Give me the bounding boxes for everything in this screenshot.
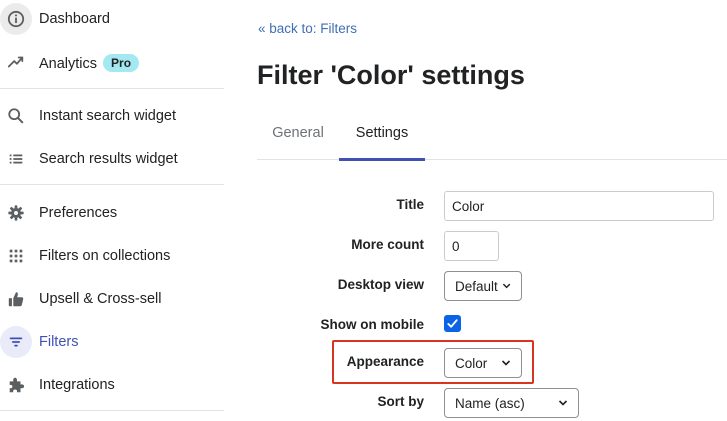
sort-by-select[interactable]: Name (asc) xyxy=(444,388,579,418)
list-icon xyxy=(0,143,32,175)
sidebar-item-label: Filters xyxy=(39,334,79,350)
appearance-select[interactable]: Color xyxy=(444,348,522,378)
pro-badge: Pro xyxy=(103,54,140,72)
sidebar-item-preferences[interactable]: Preferences xyxy=(0,194,224,232)
sidebar-item-integrations[interactable]: Integrations xyxy=(0,366,224,404)
desktop-view-select[interactable]: Default xyxy=(444,271,522,301)
puzzle-icon xyxy=(0,369,32,401)
show-on-mobile-label: Show on mobile xyxy=(320,317,425,332)
checkmark-icon xyxy=(447,319,458,328)
sidebar-divider xyxy=(0,184,224,185)
title-label: Title xyxy=(396,197,424,212)
sidebar-item-dashboard[interactable]: Dashboard xyxy=(0,0,224,38)
back-link[interactable]: « back to: Filters xyxy=(258,21,357,36)
gear-icon xyxy=(0,197,32,229)
filter-icon xyxy=(0,326,32,358)
sidebar-item-label: Integrations xyxy=(39,377,115,393)
chevron-down-icon xyxy=(502,283,511,289)
tab-settings[interactable]: Settings xyxy=(339,112,425,161)
appearance-value: Color xyxy=(455,355,488,371)
sidebar-item-label: Search results widget xyxy=(39,151,178,167)
sidebar-divider xyxy=(0,410,224,411)
tab-general[interactable]: General xyxy=(257,112,339,160)
show-on-mobile-checkbox[interactable] xyxy=(444,315,461,332)
title-input[interactable] xyxy=(444,191,714,221)
page-title: Filter 'Color' settings xyxy=(257,60,525,90)
grid-icon xyxy=(0,240,32,272)
more-count-input[interactable] xyxy=(444,231,499,261)
desktop-view-label: Desktop view xyxy=(337,277,424,292)
sidebar-item-search-results-widget[interactable]: Search results widget xyxy=(0,140,224,178)
sidebar-item-label: Analytics xyxy=(39,56,98,72)
tab-bar: General Settings xyxy=(257,112,727,161)
search-icon xyxy=(0,100,32,132)
trend-icon xyxy=(0,46,32,78)
more-count-label: More count xyxy=(351,237,424,252)
sidebar-item-instant-search-widget[interactable]: Instant search widget xyxy=(0,97,224,135)
chevron-down-icon xyxy=(501,360,511,366)
thumbs-up-icon xyxy=(0,283,32,315)
chevron-down-icon xyxy=(558,400,568,406)
sidebar-item-label: Dashboard xyxy=(39,11,110,27)
desktop-view-value: Default xyxy=(455,278,498,294)
sidebar-item-analytics[interactable]: Analytics Pro xyxy=(0,43,224,81)
sidebar-item-label: Instant search widget xyxy=(39,108,177,124)
sidebar: Dashboard Analytics Pro Instant search wi… xyxy=(0,0,224,421)
sidebar-item-label: Preferences xyxy=(39,205,118,221)
appearance-label: Appearance xyxy=(346,354,424,369)
sort-by-value: Name (asc) xyxy=(455,395,525,411)
sidebar-item-upsell-cross-sell[interactable]: Upsell & Cross-sell xyxy=(0,280,224,318)
sidebar-item-label: Filters on collections xyxy=(39,248,171,264)
sidebar-divider xyxy=(0,88,224,89)
sidebar-item-label: Upsell & Cross-sell xyxy=(39,291,162,307)
sidebar-item-filters[interactable]: Filters xyxy=(0,323,224,361)
sidebar-item-filters-on-collections[interactable]: Filters on collections xyxy=(0,237,224,275)
info-icon xyxy=(0,3,32,35)
sort-by-label: Sort by xyxy=(377,394,424,409)
